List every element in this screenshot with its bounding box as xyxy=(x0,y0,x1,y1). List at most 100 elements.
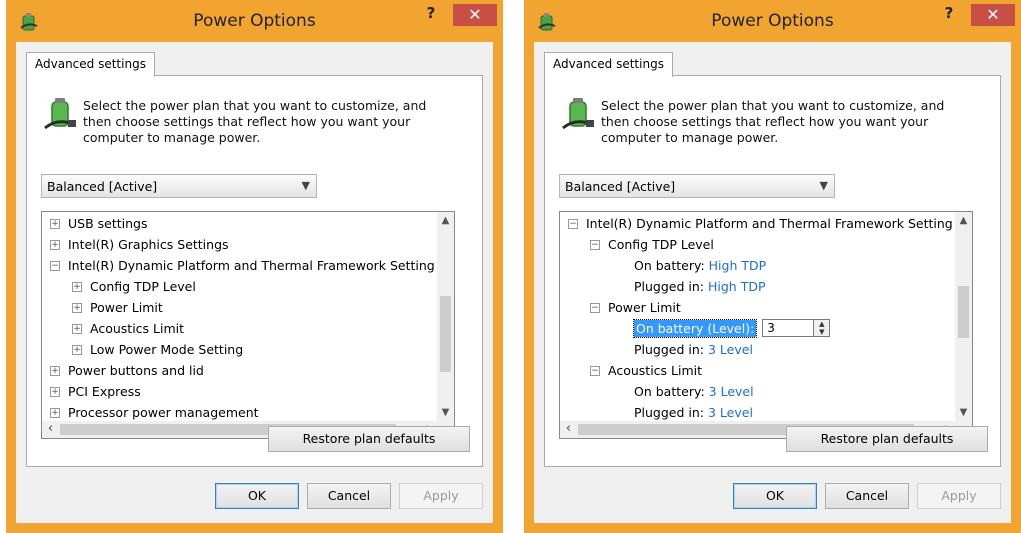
scroll-left-icon[interactable]: ‹ xyxy=(42,421,59,438)
tree-item-label: Power Limit xyxy=(90,300,163,315)
setting-row[interactable]: Plugged in: High TDP xyxy=(634,277,766,297)
setting-label: Plugged in: xyxy=(634,405,705,420)
expand-icon[interactable]: + xyxy=(72,302,82,313)
setting-row[interactable]: Plugged in: 3 Level xyxy=(634,340,753,360)
scroll-down-icon[interactable]: ▼ xyxy=(955,404,972,421)
tree-item[interactable]: + Low Power Mode Setting xyxy=(72,340,243,360)
expand-icon[interactable]: + xyxy=(72,323,82,334)
setting-label-selected: On battery (Level): xyxy=(632,319,758,338)
tree-item[interactable]: + Power Limit xyxy=(72,298,163,318)
tree-item-label: Config TDP Level xyxy=(90,279,196,294)
power-plan-dropdown[interactable]: Balanced [Active] ▼ xyxy=(41,174,317,198)
expand-icon[interactable]: + xyxy=(50,407,60,418)
setting-label: On battery: xyxy=(634,258,705,273)
tree-item-label: Processor power management xyxy=(68,405,259,420)
help-button[interactable]: ? xyxy=(419,4,443,24)
scroll-thumb[interactable] xyxy=(958,286,969,338)
title-bar[interactable]: Power Options ? ✕ xyxy=(8,2,501,42)
tab-advanced-settings[interactable]: Advanced settings xyxy=(26,52,155,77)
tree-item[interactable]: + Power buttons and lid xyxy=(50,361,204,381)
apply-button[interactable]: Apply xyxy=(917,483,1001,509)
vertical-scrollbar[interactable]: ▲ ▼ xyxy=(955,212,972,421)
level-stepper[interactable]: 3 ▲ ▼ xyxy=(762,318,831,339)
expand-icon[interactable]: + xyxy=(50,218,60,229)
tab-advanced-settings[interactable]: Advanced settings xyxy=(544,52,673,77)
expand-icon[interactable]: + xyxy=(50,386,60,397)
setting-value-link[interactable]: 3 Level xyxy=(708,342,753,357)
tree-item[interactable]: − Power Limit xyxy=(590,298,681,318)
tree-item-label: Intel(R) Graphics Settings xyxy=(68,237,229,252)
scroll-left-icon[interactable]: ‹ xyxy=(560,421,577,438)
tree-item-label: PCI Express xyxy=(68,384,141,399)
collapse-icon[interactable]: − xyxy=(50,260,60,271)
ok-button[interactable]: OK xyxy=(733,483,817,509)
tree-item[interactable]: + Processor power management xyxy=(50,403,259,423)
scroll-down-icon[interactable]: ▼ xyxy=(437,404,454,421)
dialog-client: Advanced settings Select the power plan … xyxy=(16,42,493,523)
tree-item[interactable]: − Config TDP Level xyxy=(590,235,714,255)
spin-arrows-icon[interactable]: ▲ ▼ xyxy=(814,318,831,337)
collapse-icon[interactable]: − xyxy=(590,365,600,376)
tree-item[interactable]: + Intel(R) Graphics Settings xyxy=(50,235,229,255)
tree-item-label: Intel(R) Dynamic Platform and Thermal Fr… xyxy=(68,258,435,273)
expand-icon[interactable]: + xyxy=(50,239,60,250)
battery-plug-icon xyxy=(562,98,594,130)
cancel-button[interactable]: Cancel xyxy=(825,483,909,509)
dialog-client: Advanced settings Select the power plan … xyxy=(534,42,1011,523)
scroll-up-icon[interactable]: ▲ xyxy=(437,212,454,229)
battery-plug-icon xyxy=(44,98,76,130)
tree-item[interactable]: + Config TDP Level xyxy=(72,277,196,297)
power-plan-value: Balanced [Active] xyxy=(47,179,158,194)
tree-item[interactable]: + USB settings xyxy=(50,214,147,234)
expand-icon[interactable]: + xyxy=(72,281,82,292)
title-bar[interactable]: Power Options ? ✕ xyxy=(526,2,1019,42)
setting-row[interactable]: On battery: High TDP xyxy=(634,256,766,276)
power-options-window-left: Power Options ? ✕ Advanced settings Sele… xyxy=(6,0,503,533)
tree-item-label: Power buttons and lid xyxy=(68,363,204,378)
scroll-up-icon[interactable]: ▲ xyxy=(955,212,972,229)
close-button[interactable]: ✕ xyxy=(453,4,497,26)
tree-item-label: Acoustics Limit xyxy=(608,363,703,378)
tree-item[interactable]: − Intel(R) Dynamic Platform and Thermal F… xyxy=(50,256,435,276)
cancel-button[interactable]: Cancel xyxy=(307,483,391,509)
restore-plan-defaults-button[interactable]: Restore plan defaults xyxy=(786,426,988,452)
setting-value-link[interactable]: 3 Level xyxy=(709,384,754,399)
tree-item-label: Config TDP Level xyxy=(608,237,714,252)
power-options-window-right: Power Options ? ✕ Advanced settings Sele… xyxy=(524,0,1021,533)
setting-row-editing[interactable]: On battery (Level): 3 ▲ ▼ xyxy=(632,318,831,339)
restore-plan-defaults-button[interactable]: Restore plan defaults xyxy=(268,426,470,452)
setting-value-link[interactable]: 3 Level xyxy=(708,405,753,420)
settings-panel: Select the power plan that you want to c… xyxy=(544,75,1001,467)
settings-tree[interactable]: + USB settings + Intel(R) Graphics Setting… xyxy=(41,211,455,439)
collapse-icon[interactable]: − xyxy=(590,239,600,250)
apply-button[interactable]: Apply xyxy=(399,483,483,509)
tree-item[interactable]: − Intel(R) Dynamic Platform and Thermal F… xyxy=(568,214,953,234)
tree-item-label: Power Limit xyxy=(608,300,681,315)
setting-label: Plugged in: xyxy=(634,279,705,294)
collapse-icon[interactable]: − xyxy=(568,218,578,229)
setting-value-link[interactable]: High TDP xyxy=(708,279,766,294)
expand-icon[interactable]: + xyxy=(50,365,60,376)
chevron-down-icon: ▼ xyxy=(301,179,310,192)
help-button[interactable]: ? xyxy=(937,4,961,24)
description-text: Select the power plan that you want to c… xyxy=(601,98,945,145)
vertical-scrollbar[interactable]: ▲ ▼ xyxy=(437,212,454,421)
setting-row[interactable]: On battery: 3 Level xyxy=(634,382,754,402)
collapse-icon[interactable]: − xyxy=(590,302,600,313)
settings-panel: Select the power plan that you want to c… xyxy=(26,75,483,467)
tree-item[interactable]: − Acoustics Limit xyxy=(590,361,702,381)
expand-icon[interactable]: + xyxy=(72,344,82,355)
setting-value-link[interactable]: High TDP xyxy=(709,258,767,273)
tree-item[interactable]: + Acoustics Limit xyxy=(72,319,184,339)
scroll-thumb[interactable] xyxy=(440,296,451,372)
description-text: Select the power plan that you want to c… xyxy=(83,98,427,145)
ok-button[interactable]: OK xyxy=(215,483,299,509)
close-button[interactable]: ✕ xyxy=(971,4,1015,26)
tree-item-label: Low Power Mode Setting xyxy=(90,342,244,357)
setting-row[interactable]: Plugged in: 3 Level xyxy=(634,403,753,423)
power-plan-dropdown[interactable]: Balanced [Active] ▼ xyxy=(559,174,835,198)
settings-tree[interactable]: − Intel(R) Dynamic Platform and Thermal F… xyxy=(559,211,973,439)
tree-item[interactable]: + PCI Express xyxy=(50,382,141,402)
level-input[interactable]: 3 xyxy=(762,318,815,337)
tree-item-label: Intel(R) Dynamic Platform and Thermal Fr… xyxy=(586,216,953,231)
